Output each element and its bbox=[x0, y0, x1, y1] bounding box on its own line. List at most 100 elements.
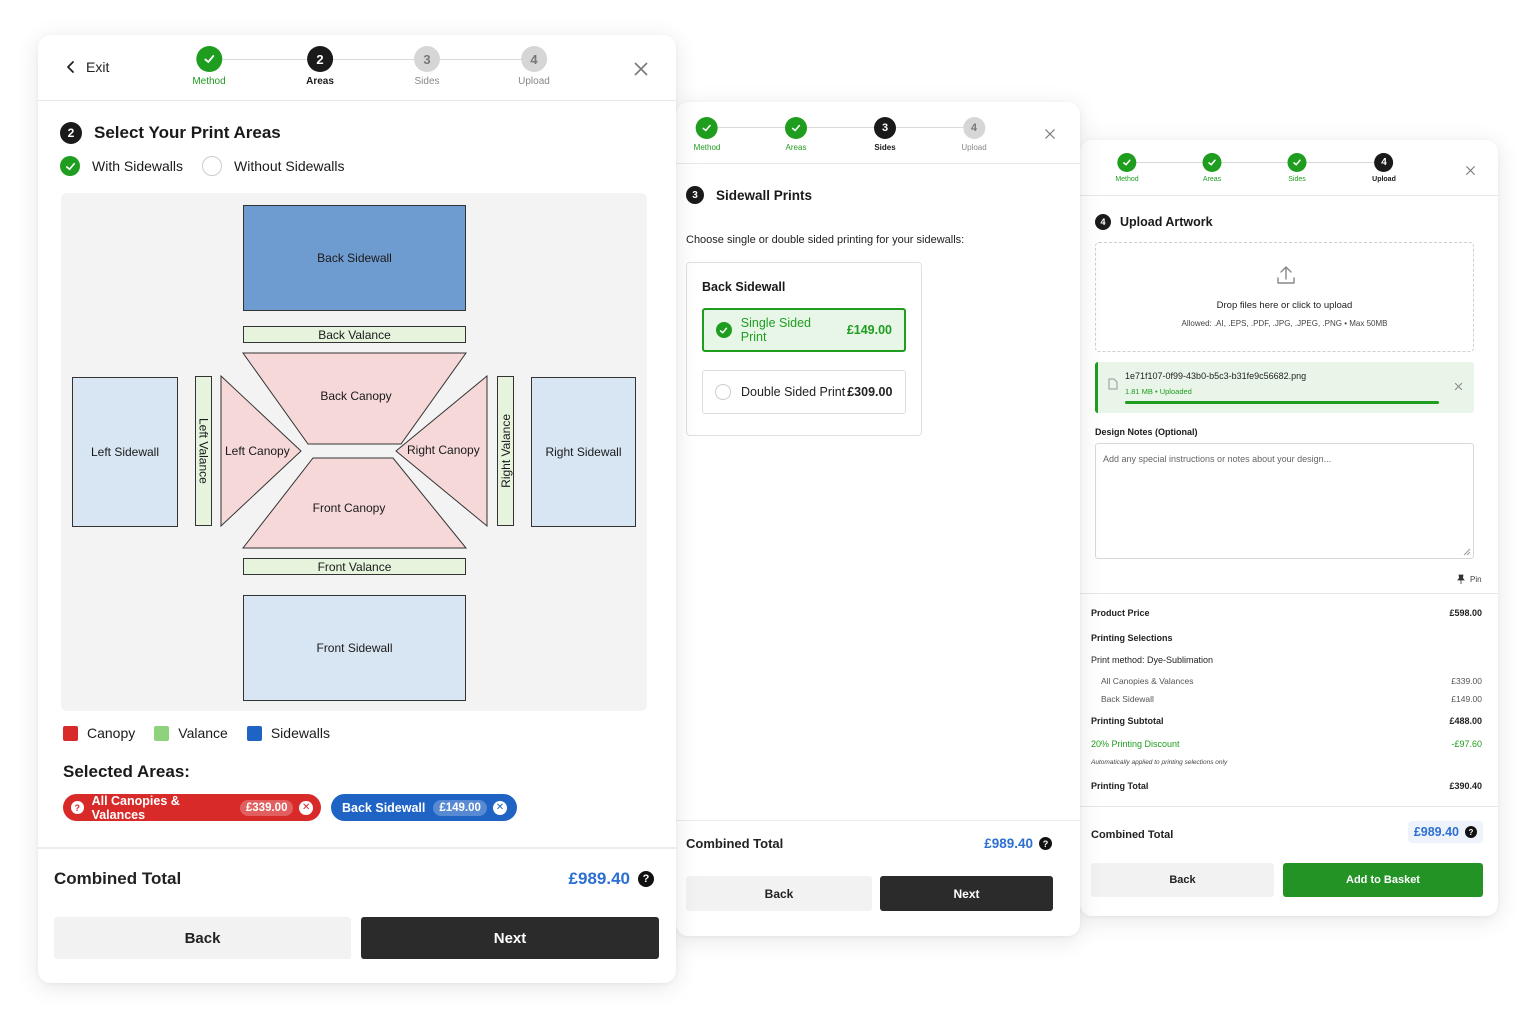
step-upload[interactable]: 4 Upload bbox=[1372, 153, 1396, 183]
step-areas[interactable]: 2 Areas bbox=[306, 46, 334, 87]
area-front-sidewall[interactable]: Front Sidewall bbox=[243, 595, 466, 701]
combined-total-value: £989.40 bbox=[984, 836, 1033, 851]
area-front-valance[interactable]: Front Valance bbox=[243, 558, 466, 575]
step-connector bbox=[1128, 162, 1386, 163]
legend-valance: Valance bbox=[154, 725, 228, 741]
step-areas[interactable]: Areas bbox=[1202, 153, 1222, 183]
sidewalls-swatch bbox=[246, 725, 262, 741]
step-areas[interactable]: Areas bbox=[785, 117, 807, 152]
row-label: Back Sidewall bbox=[1101, 694, 1154, 704]
step-method[interactable]: Method bbox=[694, 117, 720, 152]
legend-sidewalls: Sidewalls bbox=[246, 725, 330, 741]
back-button[interactable]: Back bbox=[1091, 863, 1274, 897]
row-label: Printing Subtotal bbox=[1091, 716, 1164, 726]
step-sides[interactable]: 3 Sides bbox=[874, 117, 896, 152]
canopies-row: All Canopies & Valances £339.00 bbox=[1091, 676, 1482, 686]
upload-progress-track bbox=[1125, 401, 1439, 404]
option-without-sidewalls[interactable]: Without Sidewalls bbox=[234, 158, 345, 174]
combined-total-row: Combined Total £989.40 ? bbox=[1091, 821, 1483, 843]
page-title: Sidewall Prints bbox=[716, 187, 813, 203]
exit-button[interactable]: Exit bbox=[64, 59, 109, 75]
upload-progress-fill bbox=[1125, 401, 1439, 404]
double-sided-option[interactable]: Double Sided Print £309.00 bbox=[702, 370, 906, 414]
footer-divider bbox=[38, 847, 676, 849]
pin-button[interactable]: Pin bbox=[1457, 574, 1482, 584]
row-label: Printing Total bbox=[1091, 781, 1149, 791]
close-icon[interactable] bbox=[633, 61, 649, 77]
selected-areas-title: Selected Areas: bbox=[63, 762, 190, 781]
help-icon[interactable]: ? bbox=[1465, 826, 1477, 838]
step-upload[interactable]: 4 Upload bbox=[961, 117, 987, 152]
option-price: £149.00 bbox=[846, 323, 892, 337]
right-canopy-label: Right Canopy bbox=[407, 443, 480, 457]
back-button[interactable]: Back bbox=[686, 876, 872, 911]
sidewall-option-group: With Sidewalls Without Sidewalls bbox=[60, 156, 345, 176]
selected-chip-canopies[interactable]: ? All Canopies & Valances £339.00 ✕ bbox=[63, 794, 321, 822]
step-connector bbox=[708, 127, 976, 128]
remove-icon[interactable]: ✕ bbox=[299, 800, 313, 815]
step-number: 2 bbox=[307, 46, 333, 72]
step-method[interactable]: Method bbox=[192, 46, 226, 87]
radio-with-sidewalls[interactable] bbox=[60, 156, 80, 176]
resize-handle-icon[interactable] bbox=[1463, 548, 1471, 556]
upload-artwork-panel: Method Areas Sides 4 Upload 4 Upload Art… bbox=[1080, 140, 1498, 916]
check-icon bbox=[696, 117, 718, 139]
radio-empty bbox=[715, 384, 731, 400]
next-button[interactable]: Next bbox=[361, 917, 659, 959]
area-label: Front Valance bbox=[317, 559, 392, 574]
help-icon[interactable]: ? bbox=[1039, 837, 1052, 850]
area-label: Left Valance bbox=[196, 418, 211, 484]
file-icon bbox=[1108, 378, 1118, 390]
legend-canopy: Canopy bbox=[63, 725, 135, 741]
option-with-sidewalls[interactable]: With Sidewalls bbox=[92, 158, 183, 174]
file-drop-zone[interactable]: Drop files here or click to upload Allow… bbox=[1095, 242, 1474, 352]
step-label: Method bbox=[1115, 176, 1139, 183]
step-label: Upload bbox=[1372, 176, 1396, 183]
close-icon[interactable] bbox=[1465, 165, 1476, 176]
section-title: 3 Sidewall Prints bbox=[686, 186, 812, 204]
step-label: Areas bbox=[306, 76, 334, 87]
sidewall-prints-panel: Method Areas 3 Sides 4 Upload 3 Sidewall… bbox=[676, 102, 1080, 936]
remove-icon[interactable]: ✕ bbox=[492, 800, 507, 815]
combined-total-label: Combined Total bbox=[686, 836, 784, 851]
product-price-row: Product Price £598.00 bbox=[1091, 608, 1482, 618]
step-upload[interactable]: 4 Upload bbox=[518, 46, 550, 87]
check-icon bbox=[716, 322, 732, 338]
option-label: Single Sided Print bbox=[740, 316, 811, 344]
step-number: 4 bbox=[1374, 153, 1394, 172]
area-right-valance[interactable]: Right Valance bbox=[497, 376, 514, 526]
step-number: 4 bbox=[520, 46, 547, 72]
step-method[interactable]: Method bbox=[1115, 153, 1139, 183]
step-sides[interactable]: 3 Sides bbox=[414, 46, 440, 87]
single-sided-option[interactable]: Single Sided Print £149.00 bbox=[702, 308, 906, 352]
area-label: Front Sidewall bbox=[316, 641, 393, 655]
legend-label: Canopy bbox=[87, 725, 136, 741]
step-sides[interactable]: Sides bbox=[1287, 153, 1307, 183]
color-legend: Canopy Valance Sidewalls bbox=[63, 725, 349, 741]
help-icon[interactable]: ? bbox=[638, 871, 654, 887]
next-button[interactable]: Next bbox=[880, 876, 1053, 911]
remove-file-icon[interactable] bbox=[1454, 382, 1463, 391]
chip-price: £339.00 bbox=[239, 799, 294, 816]
design-notes-textarea[interactable]: Add any special instructions or notes ab… bbox=[1095, 443, 1474, 559]
radio-without-sidewalls[interactable] bbox=[202, 156, 223, 176]
valance-swatch bbox=[154, 725, 170, 741]
selected-chip-back-sidewall[interactable]: Back Sidewall £149.00 ✕ bbox=[331, 794, 517, 821]
area-left-valance[interactable]: Left Valance bbox=[195, 376, 212, 526]
step-connector bbox=[223, 59, 533, 60]
summary-divider bbox=[1080, 593, 1498, 594]
add-to-basket-button[interactable]: Add to Basket bbox=[1283, 863, 1483, 897]
combined-total: £989.40 ? bbox=[984, 836, 1052, 851]
section-title: 2 Select Your Print Areas bbox=[60, 122, 281, 144]
allowed-formats: Allowed: .AI, .EPS, .PDF, .JPG, .JPEG, .… bbox=[1181, 319, 1388, 328]
step-label: Upload bbox=[518, 76, 550, 87]
close-icon[interactable] bbox=[1044, 128, 1056, 140]
footer-divider bbox=[1080, 806, 1498, 807]
row-value: £488.00 bbox=[1449, 716, 1482, 726]
back-button[interactable]: Back bbox=[54, 917, 351, 959]
row-label: Automatically applied to printing select… bbox=[1091, 759, 1228, 766]
front-canopy-label: Front Canopy bbox=[312, 501, 386, 515]
area-right-sidewall[interactable]: Right Sidewall bbox=[531, 377, 636, 527]
area-left-sidewall[interactable]: Left Sidewall bbox=[72, 377, 178, 527]
file-meta: 1.81 MB • Uploaded bbox=[1125, 387, 1192, 396]
